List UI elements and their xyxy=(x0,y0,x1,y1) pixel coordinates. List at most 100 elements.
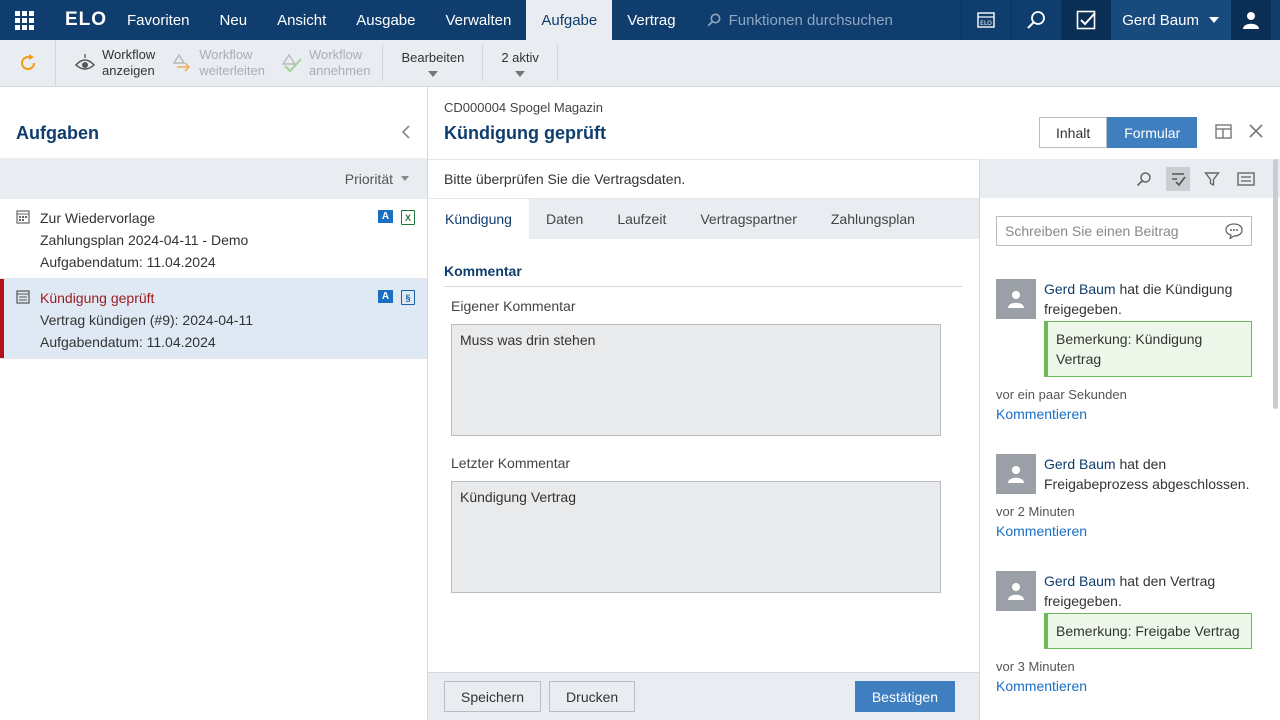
ribbon-divider xyxy=(482,45,484,81)
view-toggle: Inhalt Formular xyxy=(1039,117,1198,148)
form-view-button[interactable]: Formular xyxy=(1107,117,1198,148)
comment-link[interactable]: Kommentieren xyxy=(996,406,1252,422)
ribbon-divider xyxy=(382,45,384,81)
tab-vertragspartner[interactable]: Vertragspartner xyxy=(683,199,814,239)
sort-priority-dropdown[interactable]: Priorität xyxy=(0,158,427,199)
form-footer: Speichern Drucken Bestätigen xyxy=(428,672,979,720)
show-workflow-button[interactable]: Workflow anzeigen xyxy=(66,40,163,86)
save-button[interactable]: Speichern xyxy=(444,681,542,712)
instruction-text: Bitte überprüfen Sie die Vertragsdaten. xyxy=(428,160,979,199)
menu-vertrag[interactable]: Vertrag xyxy=(612,0,690,40)
last-comment-label: Letzter Kommentar xyxy=(451,455,571,471)
details-icon[interactable] xyxy=(1234,167,1258,191)
active-dropdown-label: 2 aktiv xyxy=(501,49,539,65)
accept-workflow-button[interactable]: Workflow annehmen xyxy=(273,40,378,86)
print-button[interactable]: Drucken xyxy=(549,681,636,712)
speech-bubble-icon xyxy=(1225,223,1243,239)
feed-toolbar xyxy=(980,159,1280,198)
task-item[interactable]: Zur Wiedervorlage Zahlungsplan 2024-04-1… xyxy=(0,199,427,279)
accept-workflow-icon xyxy=(281,53,302,73)
forward-workflow-label-1: Workflow xyxy=(199,47,253,62)
feed-post: Gerd Baum hat den Freigabeprozess abgesc… xyxy=(996,454,1252,494)
user-name: Gerd Baum xyxy=(1122,11,1199,29)
comment-link[interactable]: Kommentieren xyxy=(996,523,1252,539)
form-tabs: Kündigung Daten Laufzeit Vertragspartner… xyxy=(428,199,979,239)
task-detail: CD000004 Spogel Magazin Kündigung geprüf… xyxy=(428,87,980,720)
post-author[interactable]: Gerd Baum xyxy=(1044,281,1116,297)
post-author[interactable]: Gerd Baum xyxy=(1044,456,1116,472)
show-workflow-label-1: Workflow xyxy=(102,47,156,62)
form-badge-icon: A xyxy=(378,290,393,303)
task-subtitle: Vertrag kündigen (#9): 2024-04-11 xyxy=(40,312,253,328)
tasks-header: Aufgaben xyxy=(0,87,427,158)
function-search-input[interactable]: Funktionen durchsuchen xyxy=(691,0,961,40)
own-comment-field[interactable]: Muss was drin stehen xyxy=(451,324,941,436)
post-author[interactable]: Gerd Baum xyxy=(1044,573,1116,589)
feed-panel: Schreiben Sie einen Beitrag Gerd Baum ha… xyxy=(980,159,1280,720)
last-comment-field: Kündigung Vertrag xyxy=(451,481,941,593)
feed-post: Gerd Baum hat die Kündigung freigegeben.… xyxy=(996,279,1252,377)
close-icon[interactable] xyxy=(1249,124,1263,141)
eye-workflow-icon xyxy=(74,54,96,70)
tasks-panel: Aufgaben Priorität Zur Wiedervorlage Zah… xyxy=(0,87,428,720)
menu-ansicht[interactable]: Ansicht xyxy=(262,0,341,40)
forward-workflow-label-2: weiterleiten xyxy=(199,63,265,78)
user-icon[interactable] xyxy=(1230,0,1271,40)
menu-ausgabe[interactable]: Ausgabe xyxy=(341,0,430,40)
menu-neu[interactable]: Neu xyxy=(205,0,263,40)
layout-icon[interactable] xyxy=(1215,124,1232,142)
search-placeholder: Funktionen durchsuchen xyxy=(728,11,893,29)
menu-verwalten[interactable]: Verwalten xyxy=(430,0,526,40)
task-date: Aufgabendatum: 11.04.2024 xyxy=(40,254,216,270)
edit-dropdown[interactable]: Bearbeiten xyxy=(387,40,478,86)
tasks-check-icon[interactable] xyxy=(1060,0,1111,40)
tab-laufzeit[interactable]: Laufzeit xyxy=(600,199,683,239)
chevron-down-icon xyxy=(401,176,409,181)
task-subtitle: Zahlungsplan 2024-04-11 - Demo xyxy=(40,232,249,248)
forward-workflow-icon xyxy=(172,53,191,72)
calendar-icon xyxy=(16,210,30,227)
tasks-title: Aufgaben xyxy=(16,123,99,143)
task-title: Zur Wiedervorlage xyxy=(40,210,156,226)
feed-scrollbar[interactable] xyxy=(1273,159,1278,409)
active-dropdown[interactable]: 2 aktiv xyxy=(487,40,553,86)
confirm-button[interactable]: Bestätigen xyxy=(854,681,955,712)
form-badge-icon: A xyxy=(378,210,393,223)
task-date: Aufgabendatum: 11.04.2024 xyxy=(40,334,216,350)
own-comment-label: Eigener Kommentar xyxy=(451,298,576,314)
edit-dropdown-label: Bearbeiten xyxy=(401,49,465,65)
feed-post: Gerd Baum hat den Vertrag freigegeben. B… xyxy=(996,571,1252,649)
post-remark: Bemerkung: Kündigung Vertrag xyxy=(1044,321,1252,377)
post-input-placeholder: Schreiben Sie einen Beitrag xyxy=(1005,223,1179,239)
search-icon[interactable] xyxy=(1010,0,1061,40)
task-item-selected[interactable]: Kündigung geprüft Vertrag kündigen (#9):… xyxy=(0,279,427,359)
refresh-icon[interactable] xyxy=(0,40,56,86)
accept-workflow-label-1: Workflow xyxy=(308,47,363,62)
user-menu[interactable]: Gerd Baum xyxy=(1110,0,1231,40)
menu-aufgabe[interactable]: Aufgabe xyxy=(526,0,613,40)
ribbon-divider xyxy=(556,45,558,81)
search-icon[interactable] xyxy=(1132,167,1156,191)
comment-link[interactable]: Kommentieren xyxy=(996,678,1252,694)
content-view-button[interactable]: Inhalt xyxy=(1039,117,1108,148)
chevron-left-icon[interactable] xyxy=(401,124,411,143)
forward-workflow-button[interactable]: Workflow weiterleiten xyxy=(163,40,273,86)
post-time: vor 2 Minuten xyxy=(996,504,1075,519)
elo-archive-icon[interactable]: ELO xyxy=(960,0,1011,40)
app-launcher-icon[interactable] xyxy=(0,0,48,40)
post-time: vor 3 Minuten xyxy=(996,659,1075,674)
menu-favoriten[interactable]: Favoriten xyxy=(112,0,205,40)
show-workflow-label-2: anzeigen xyxy=(102,63,155,78)
post-input[interactable]: Schreiben Sie einen Beitrag xyxy=(996,216,1252,246)
avatar xyxy=(996,279,1036,319)
avatar xyxy=(996,571,1036,611)
filter-icon[interactable] xyxy=(1200,167,1224,191)
tab-kuendigung[interactable]: Kündigung xyxy=(428,199,529,239)
tab-zahlungsplan[interactable]: Zahlungsplan xyxy=(814,199,932,239)
form-icon xyxy=(16,290,30,307)
workflow-filter-icon[interactable] xyxy=(1166,166,1190,191)
feed-list: Gerd Baum hat die Kündigung freigegeben.… xyxy=(996,279,1252,694)
tab-daten[interactable]: Daten xyxy=(529,199,600,239)
post-time: vor ein paar Sekunden xyxy=(996,387,1127,402)
avatar xyxy=(996,454,1036,494)
